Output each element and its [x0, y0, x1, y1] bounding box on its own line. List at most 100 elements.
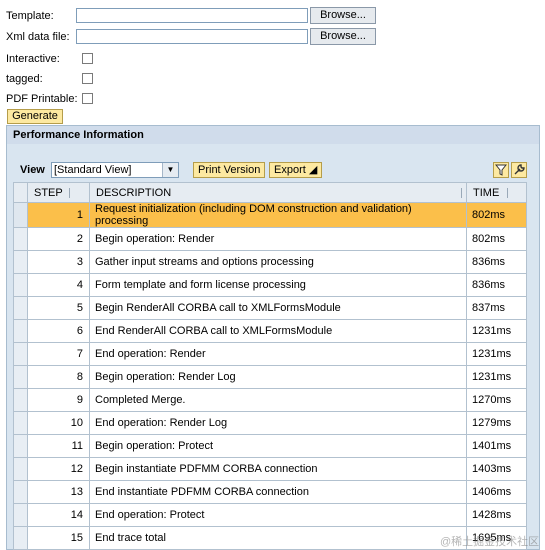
description-cell: Begin instantiate PDFMM CORBA connection	[89, 457, 467, 481]
filter-icon[interactable]	[493, 162, 509, 178]
view-label: View	[20, 164, 45, 176]
print-version-button[interactable]: Print Version	[193, 162, 266, 178]
time-cell: 1406ms	[466, 480, 527, 504]
step-cell: 4	[27, 273, 90, 297]
description-cell: Gather input streams and options process…	[89, 250, 467, 274]
row-selector[interactable]	[13, 202, 28, 228]
row-selector[interactable]	[13, 227, 28, 251]
description-cell: End trace total	[89, 526, 467, 550]
panel-title: Performance Information	[7, 126, 539, 144]
step-cell: 1	[27, 202, 90, 228]
table-row[interactable]: 3 Gather input streams and options proces…	[13, 250, 527, 274]
description-cell: Begin operation: Render	[89, 227, 467, 251]
table-row[interactable]: 4 Form template and form license processi…	[13, 273, 527, 297]
column-header-step[interactable]: STEP	[27, 182, 90, 203]
row-selector[interactable]	[13, 434, 28, 458]
row-selector[interactable]	[13, 411, 28, 435]
time-cell: 1270ms	[466, 388, 527, 412]
time-cell: 802ms	[466, 202, 527, 228]
table-row[interactable]: 10 End operation: Render Log 1279ms	[13, 411, 527, 435]
xml-data-file-input[interactable]	[76, 29, 308, 44]
description-cell: End instantiate PDFMM CORBA connection	[89, 480, 467, 504]
settings-wrench-icon[interactable]	[511, 162, 527, 178]
table-row[interactable]: 2 Begin operation: Render 802ms	[13, 227, 527, 251]
description-cell: End operation: Protect	[89, 503, 467, 527]
template-label: Template:	[6, 10, 54, 22]
select-all-cell[interactable]	[13, 182, 28, 203]
table-header-row: STEP DESCRIPTION TIME	[13, 182, 527, 203]
description-cell: End operation: Render Log	[89, 411, 467, 435]
column-header-description[interactable]: DESCRIPTION	[89, 182, 467, 203]
description-cell: Form template and form license processin…	[89, 273, 467, 297]
table-row[interactable]: 14 End operation: Protect 1428ms	[13, 503, 527, 527]
interactive-checkbox[interactable]	[82, 53, 93, 64]
row-selector[interactable]	[13, 273, 28, 297]
time-cell: 837ms	[466, 296, 527, 320]
watermark: @稀土掘金技术社区	[440, 536, 540, 548]
table-toolbar: View [Standard View] ▼ Print Version Exp…	[7, 160, 539, 180]
description-cell: End operation: Render	[89, 342, 467, 366]
step-cell: 14	[27, 503, 90, 527]
table-row[interactable]: 1 Request initialization (including DOM c…	[13, 202, 527, 228]
xml-browse-button[interactable]: Browse...	[310, 28, 376, 45]
tagged-label: tagged:	[6, 73, 43, 85]
time-cell: 836ms	[466, 250, 527, 274]
row-selector[interactable]	[13, 388, 28, 412]
template-input[interactable]	[76, 8, 308, 23]
time-cell: 1279ms	[466, 411, 527, 435]
template-browse-button[interactable]: Browse...	[310, 7, 376, 24]
row-selector[interactable]	[13, 296, 28, 320]
row-selector[interactable]	[13, 457, 28, 481]
export-button[interactable]: Export ◢	[269, 162, 323, 178]
description-cell: Begin RenderAll CORBA call to XMLFormsMo…	[89, 296, 467, 320]
column-header-time[interactable]: TIME	[466, 182, 527, 203]
description-cell: Request initialization (including DOM co…	[89, 202, 467, 228]
description-cell: Begin operation: Protect	[89, 434, 467, 458]
generate-button[interactable]: Generate	[7, 109, 63, 124]
step-cell: 11	[27, 434, 90, 458]
performance-table: STEP DESCRIPTION TIME 1 Request initializ…	[13, 182, 527, 550]
description-cell: Begin operation: Render Log	[89, 365, 467, 389]
table-row[interactable]: 6 End RenderAll CORBA call to XMLFormsMod…	[13, 319, 527, 343]
table-row[interactable]: 9 Completed Merge. 1270ms	[13, 388, 527, 412]
pdf-printable-checkbox[interactable]	[82, 93, 93, 104]
step-cell: 10	[27, 411, 90, 435]
table-row[interactable]: 12 Begin instantiate PDFMM CORBA connecti…	[13, 457, 527, 481]
tagged-checkbox[interactable]	[82, 73, 93, 84]
time-cell: 1231ms	[466, 365, 527, 389]
table-row[interactable]: 11 Begin operation: Protect 1401ms	[13, 434, 527, 458]
step-cell: 2	[27, 227, 90, 251]
time-cell: 802ms	[466, 227, 527, 251]
step-cell: 6	[27, 319, 90, 343]
step-cell: 5	[27, 296, 90, 320]
row-selector[interactable]	[13, 365, 28, 389]
row-selector[interactable]	[13, 342, 28, 366]
step-cell: 8	[27, 365, 90, 389]
step-cell: 15	[27, 526, 90, 550]
time-cell: 836ms	[466, 273, 527, 297]
view-select-value: [Standard View]	[54, 164, 132, 176]
table-row[interactable]: 13 End instantiate PDFMM CORBA connection…	[13, 480, 527, 504]
step-cell: 12	[27, 457, 90, 481]
step-cell: 9	[27, 388, 90, 412]
step-cell: 3	[27, 250, 90, 274]
row-selector[interactable]	[13, 319, 28, 343]
pdf-printable-label: PDF Printable:	[6, 93, 78, 105]
table-row[interactable]: 7 End operation: Render 1231ms	[13, 342, 527, 366]
xml-data-file-label: Xml data file:	[6, 31, 70, 43]
row-selector[interactable]	[13, 480, 28, 504]
chevron-down-icon[interactable]: ▼	[162, 163, 178, 177]
time-cell: 1401ms	[466, 434, 527, 458]
step-cell: 13	[27, 480, 90, 504]
table-row[interactable]: 5 Begin RenderAll CORBA call to XMLFormsM…	[13, 296, 527, 320]
table-row[interactable]: 8 Begin operation: Render Log 1231ms	[13, 365, 527, 389]
row-selector[interactable]	[13, 503, 28, 527]
description-cell: Completed Merge.	[89, 388, 467, 412]
step-cell: 7	[27, 342, 90, 366]
time-cell: 1231ms	[466, 319, 527, 343]
row-selector[interactable]	[13, 250, 28, 274]
time-cell: 1403ms	[466, 457, 527, 481]
interactive-label: Interactive:	[6, 53, 60, 65]
row-selector[interactable]	[13, 526, 28, 550]
view-select[interactable]: [Standard View] ▼	[51, 162, 179, 178]
